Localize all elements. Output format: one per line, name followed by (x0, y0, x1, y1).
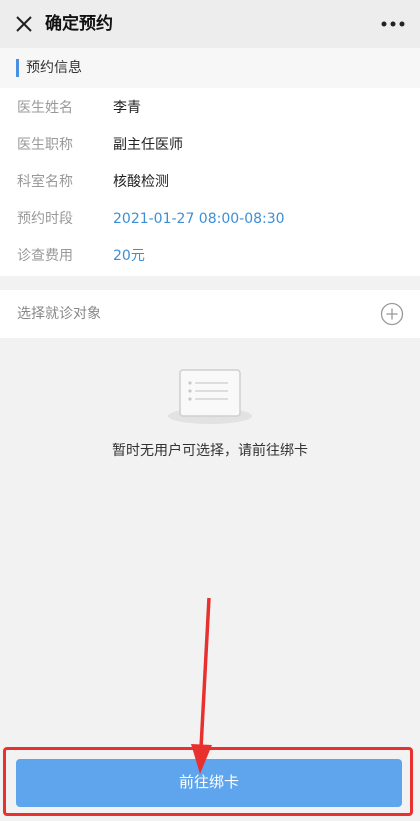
appointment-info-card: 预约信息 医生姓名 李青 医生职称 副主任医师 科室名称 核酸检测 预约时段 2… (0, 48, 420, 276)
row-label: 科室名称 (17, 174, 73, 190)
row-value: 20元 (113, 248, 145, 264)
info-row-fee: 诊查费用 20元 (0, 238, 420, 274)
annotation-highlight-box (3, 747, 413, 816)
row-value: 核酸检测 (113, 174, 169, 190)
section-title: 预约信息 (26, 60, 82, 76)
row-value: 李青 (113, 100, 141, 116)
row-label: 预约时段 (17, 211, 73, 227)
row-value: 副主任医师 (113, 137, 183, 153)
info-row-department: 科室名称 核酸检测 (0, 164, 420, 200)
info-row-doctor-title: 医生职称 副主任医师 (0, 127, 420, 163)
row-label: 医生姓名 (17, 100, 73, 116)
row-label: 医生职称 (17, 137, 73, 153)
empty-state-message: 暂时无用户可选择，请前往绑卡 (112, 443, 308, 459)
more-icon[interactable] (380, 14, 406, 34)
row-value: 2021-01-27 08:00-08:30 (113, 211, 285, 227)
select-patient-row[interactable]: 选择就诊对象 (0, 290, 420, 338)
plus-circle-icon[interactable] (380, 302, 404, 326)
section-accent-bar (16, 59, 19, 77)
select-patient-label: 选择就诊对象 (17, 306, 101, 322)
nav-bar: 确定预约 (0, 0, 420, 48)
info-row-doctor-name: 医生姓名 李青 (0, 90, 420, 126)
close-icon[interactable] (14, 14, 34, 34)
row-label: 诊查费用 (17, 248, 73, 264)
empty-list-icon (168, 369, 252, 424)
page-title: 确定预约 (45, 14, 113, 34)
info-row-time-slot: 预约时段 2021-01-27 08:00-08:30 (0, 201, 420, 237)
section-header: 预约信息 (0, 48, 420, 88)
